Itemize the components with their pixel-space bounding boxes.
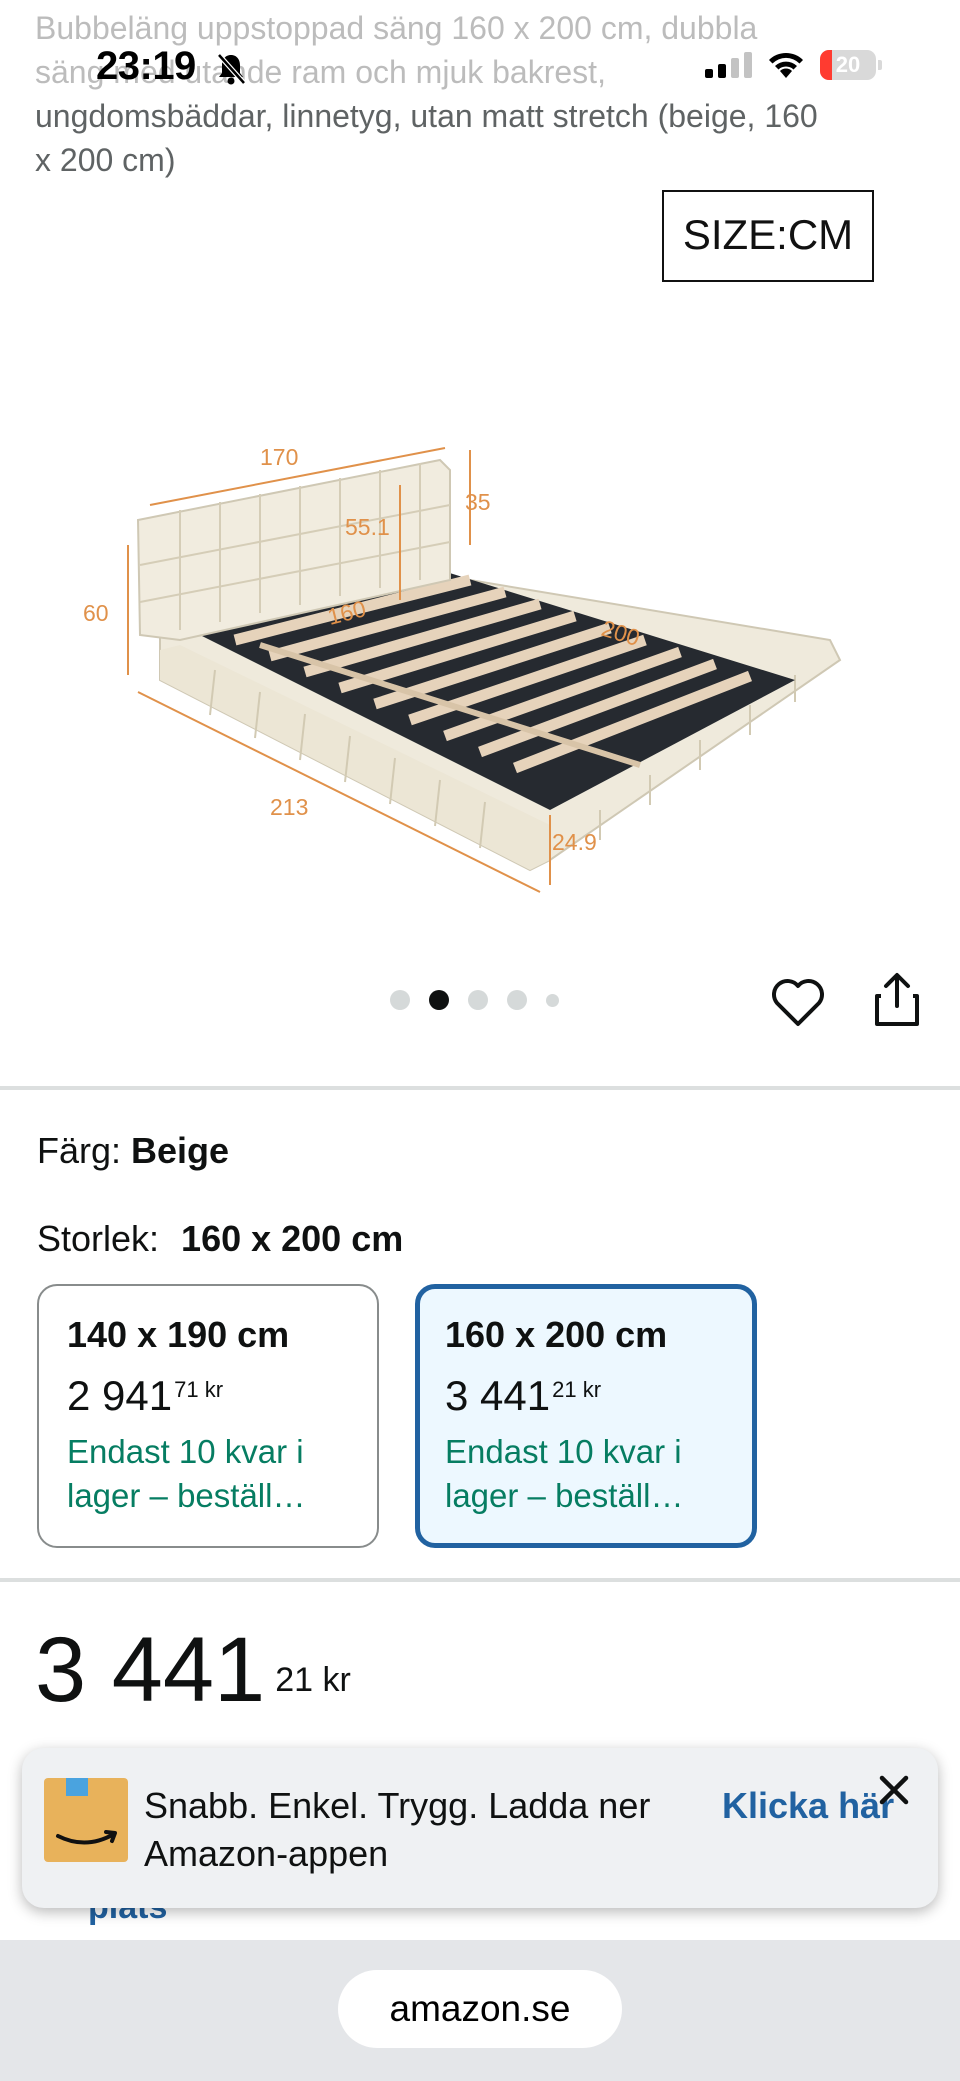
app-download-banner[interactable]: Snabb. Enkel. Trygg. Ladda ner Amazon-ap… bbox=[22, 1748, 938, 1908]
gallery-dot-3[interactable] bbox=[468, 990, 488, 1010]
signal-icon bbox=[705, 52, 752, 78]
app-banner-cta-link[interactable]: Klicka här bbox=[722, 1782, 894, 1830]
amazon-app-icon bbox=[44, 1778, 128, 1862]
share-icon[interactable] bbox=[872, 972, 922, 1028]
product-title-line-3: ungdomsbäddar, linnetyg, utan matt stret… bbox=[35, 98, 818, 134]
gallery-dot-2[interactable] bbox=[429, 990, 449, 1010]
gallery-dot-5[interactable] bbox=[546, 993, 559, 1007]
dim-headboard-inner: 55.1 bbox=[345, 514, 390, 540]
product-title: Bubbeläng uppstoppad säng 160 x 200 cm, … bbox=[35, 6, 915, 182]
close-icon[interactable] bbox=[874, 1770, 914, 1810]
battery-icon: 20 bbox=[820, 50, 876, 80]
option-price-fraction: 71 kr bbox=[174, 1377, 224, 1402]
bell-slash-icon bbox=[217, 53, 246, 85]
section-divider bbox=[0, 1086, 960, 1090]
gallery-pagination[interactable] bbox=[390, 990, 559, 1010]
size-selection: Storlek: 160 x 200 cm bbox=[37, 1218, 403, 1260]
dim-total-length: 213 bbox=[270, 794, 308, 820]
option-stock: Endast 10 kvar i lager – beställ… bbox=[445, 1433, 684, 1514]
section-divider bbox=[0, 1578, 960, 1582]
product-image-bed[interactable]: 170 35 55.1 60 160 200 213 24.9 bbox=[60, 430, 860, 910]
app-banner-text: Snabb. Enkel. Trygg. Ladda ner Amazon-ap… bbox=[144, 1785, 651, 1874]
option-price: 3 44121 kr bbox=[445, 1368, 752, 1424]
color-value: Beige bbox=[131, 1130, 230, 1171]
heart-icon[interactable] bbox=[770, 976, 826, 1028]
option-price-whole: 2 941 bbox=[67, 1372, 173, 1419]
dim-total-height: 60 bbox=[83, 600, 109, 626]
price-fraction: 21 kr bbox=[275, 1661, 351, 1699]
status-icons: 20 bbox=[705, 50, 882, 80]
product-price: 3 441 21 kr bbox=[35, 1619, 351, 1721]
status-time: 23:19 bbox=[96, 44, 196, 88]
color-selection: Färg: Beige bbox=[37, 1130, 229, 1172]
option-price-whole: 3 441 bbox=[445, 1372, 551, 1419]
option-stock: Endast 10 kvar i lager – beställ… bbox=[67, 1433, 306, 1514]
option-size: 160 x 200 cm bbox=[445, 1314, 668, 1355]
wifi-icon bbox=[769, 52, 803, 78]
gallery-dot-1[interactable] bbox=[390, 990, 410, 1010]
dim-width-top: 170 bbox=[260, 444, 298, 470]
option-price-fraction: 21 kr bbox=[552, 1377, 602, 1402]
size-value: 160 x 200 cm bbox=[181, 1218, 404, 1259]
address-bar[interactable]: amazon.se bbox=[338, 1970, 622, 2048]
option-price: 2 94171 kr bbox=[67, 1368, 377, 1424]
size-option-160x200[interactable]: 160 x 200 cm 3 44121 kr Endast 10 kvar i… bbox=[415, 1284, 757, 1548]
size-option-140x190[interactable]: 140 x 190 cm 2 94171 kr Endast 10 kvar i… bbox=[37, 1284, 379, 1548]
product-title-line-4: x 200 cm) bbox=[35, 142, 176, 178]
browser-bottom-bar: amazon.se bbox=[0, 1940, 960, 2081]
dim-headboard-height: 35 bbox=[465, 489, 491, 515]
color-label: Färg: bbox=[37, 1130, 122, 1171]
option-size: 140 x 190 cm bbox=[67, 1314, 290, 1355]
dim-frame-height: 24.9 bbox=[552, 829, 597, 855]
size-label: Storlek: bbox=[37, 1218, 160, 1259]
size-unit-tag: SIZE:CM bbox=[662, 190, 874, 282]
gallery-dot-4[interactable] bbox=[507, 990, 527, 1010]
battery-level: 20 bbox=[835, 52, 861, 77]
price-whole: 3 441 bbox=[35, 1619, 266, 1721]
